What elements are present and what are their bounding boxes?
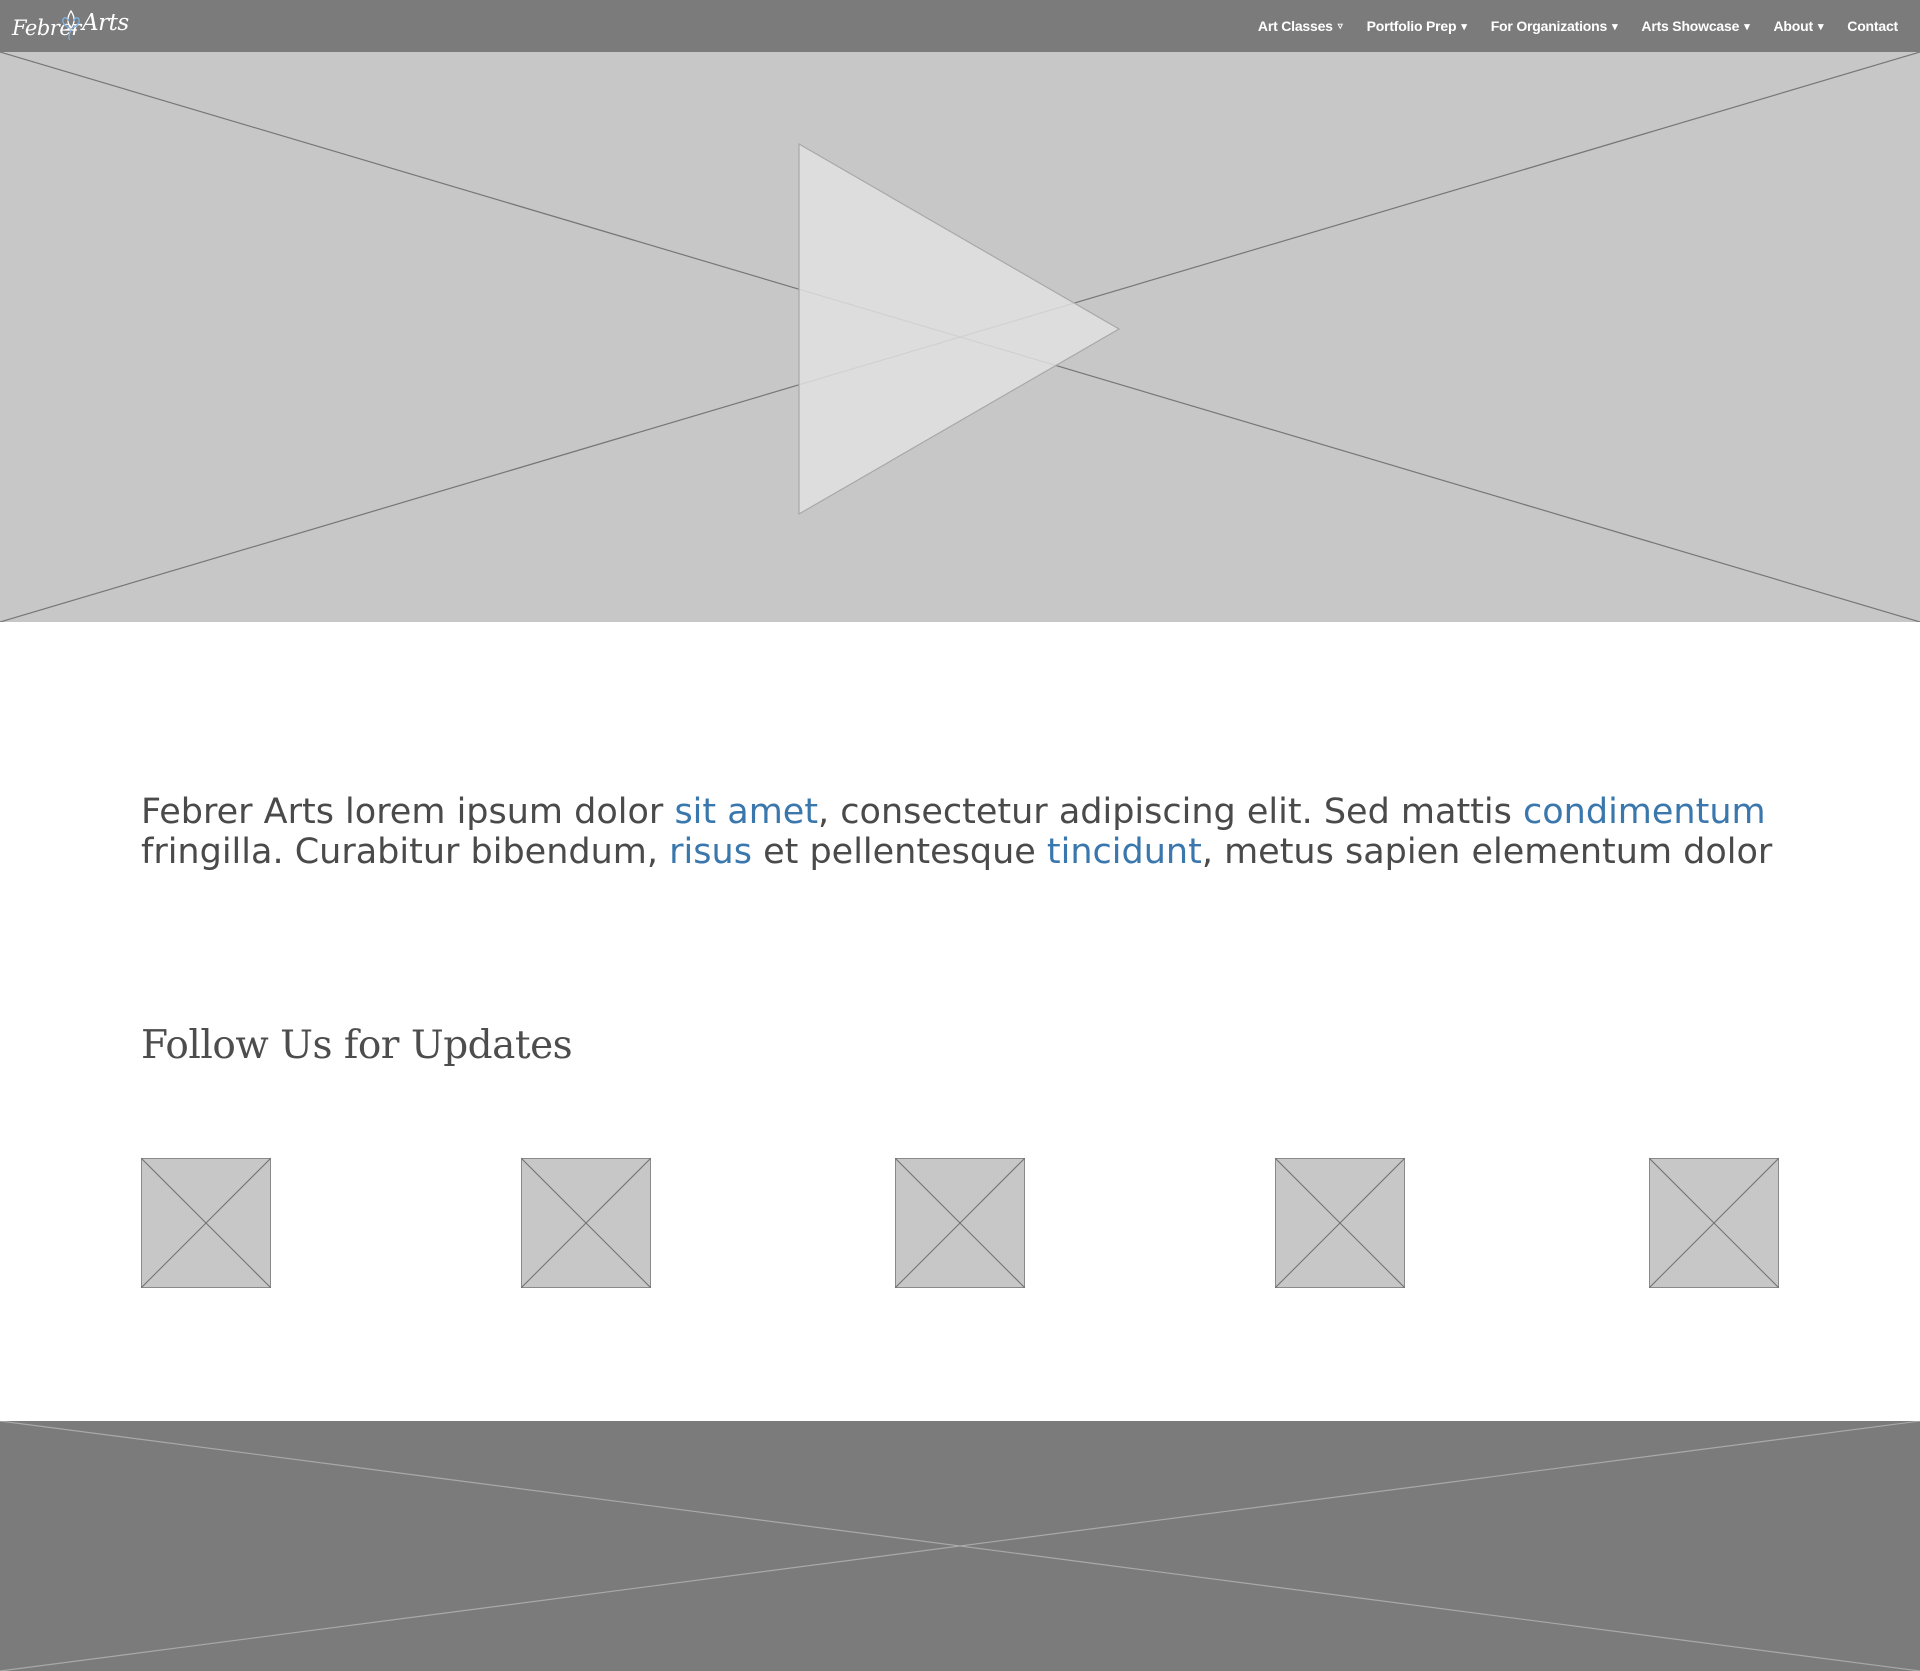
image-placeholder-icon xyxy=(1649,1158,1779,1288)
nav-item-label: About xyxy=(1773,18,1814,34)
social-icon-placeholder-2[interactable] xyxy=(521,1158,651,1288)
chevron-down-icon: ▾ xyxy=(1744,20,1750,33)
intro-text: , consectetur adipiscing elit. Sed matti… xyxy=(818,792,1524,832)
image-placeholder-icon xyxy=(1275,1158,1405,1288)
social-icon-placeholder-5[interactable] xyxy=(1649,1158,1779,1288)
nav-item-label: Contact xyxy=(1847,18,1898,34)
follow-heading: Follow Us for Updates xyxy=(141,1023,573,1068)
main-nav: Art Classes ▿ Portfolio Prep ▾ For Organ… xyxy=(1258,0,1898,52)
image-placeholder-icon xyxy=(895,1158,1025,1288)
fleur-de-lis-icon xyxy=(62,9,80,41)
logo-word-2: Arts xyxy=(82,10,129,36)
social-icon-placeholder-1[interactable] xyxy=(141,1158,271,1288)
chevron-down-icon: ▾ xyxy=(1612,20,1618,33)
nav-item-label: Portfolio Prep xyxy=(1366,18,1457,34)
intro-text: , metus sapien elementum dolor xyxy=(1201,832,1773,872)
intro-link-condimentum[interactable]: condimentum xyxy=(1523,792,1766,832)
nav-item-for-organizations[interactable]: For Organizations ▾ xyxy=(1491,18,1618,34)
image-placeholder-icon xyxy=(521,1158,651,1288)
play-icon[interactable] xyxy=(0,52,1920,622)
intro-link-risus[interactable]: risus xyxy=(669,832,752,872)
nav-item-contact[interactable]: Contact xyxy=(1847,18,1898,34)
hero-video-placeholder[interactable] xyxy=(0,52,1920,622)
intro-text: Febrer Arts lorem ipsum dolor xyxy=(141,792,675,832)
chevron-down-icon: ▾ xyxy=(1817,20,1824,33)
nav-item-label: For Organizations xyxy=(1490,18,1608,34)
febrer-arts-logo[interactable]: Febrer Arts xyxy=(12,6,129,46)
nav-item-portfolio-prep[interactable]: Portfolio Prep ▾ xyxy=(1367,18,1467,34)
placeholder-cross-icon xyxy=(0,1421,1920,1671)
nav-item-label: Art Classes xyxy=(1257,18,1333,34)
nav-item-arts-showcase[interactable]: Arts Showcase ▾ xyxy=(1641,18,1749,34)
nav-item-art-classes[interactable]: Art Classes ▿ xyxy=(1258,18,1343,34)
intro-link-sit-amet[interactable]: sit amet xyxy=(674,792,818,832)
top-navbar: Febrer Arts Art Classes ▿ Portfolio Prep… xyxy=(0,0,1920,52)
intro-text: et pellentesque xyxy=(751,832,1047,872)
footer-image-placeholder xyxy=(0,1421,1920,1671)
chevron-down-icon: ▿ xyxy=(1337,20,1343,32)
social-icon-placeholder-3[interactable] xyxy=(895,1158,1025,1288)
social-icon-placeholder-4[interactable] xyxy=(1275,1158,1405,1288)
nav-item-label: Arts Showcase xyxy=(1641,18,1740,34)
intro-paragraph: Febrer Arts lorem ipsum dolor sit amet, … xyxy=(141,792,1801,872)
chevron-down-icon: ▾ xyxy=(1461,20,1467,33)
intro-link-tincidunt[interactable]: tincidunt xyxy=(1047,832,1202,872)
intro-text: fringilla. Curabitur bibendum, xyxy=(141,832,670,872)
image-placeholder-icon xyxy=(141,1158,271,1288)
nav-item-about[interactable]: About ▾ xyxy=(1774,18,1824,34)
